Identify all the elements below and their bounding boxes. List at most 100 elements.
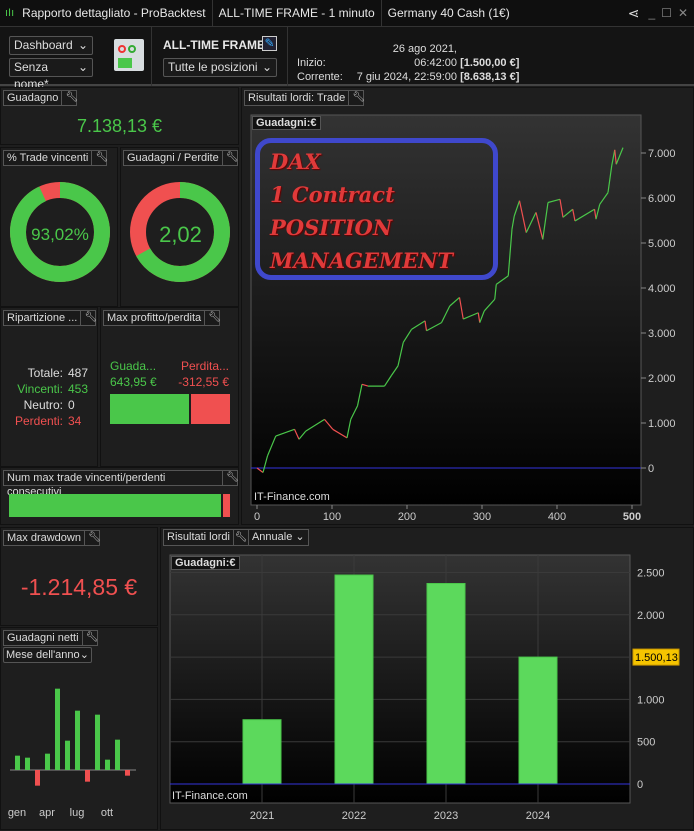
- toolbar: Dashboard ⌄ Senza nome* ⌄ ALL-TIME FRAME ✎…: [0, 27, 694, 91]
- month-bar: [25, 757, 30, 770]
- strategy-overlay: DAX 1 Contract POSITION MANAGEMENT: [255, 138, 498, 280]
- annual-bar-chart: 05001.0001.5002.0002.5002021202220232024…: [169, 554, 680, 822]
- consecutive-title-box: Num max trade vincenti/perdenti consecut…: [3, 470, 239, 498]
- wrench-icon[interactable]: 🔧︎: [221, 151, 238, 165]
- wrench-icon[interactable]: 🔧︎: [61, 91, 78, 105]
- wrench-icon[interactable]: 🔧︎: [83, 531, 101, 545]
- wrench-icon[interactable]: 🔧︎: [204, 311, 221, 325]
- breakdown-row: Neutro: 0: [1, 397, 89, 413]
- gain-loss-panel: Guadagni / Perdite 🔧︎ 2,02: [120, 147, 239, 307]
- y-tick-label: 5.000: [648, 238, 676, 250]
- current-value: 7 giu 2024, 22:59:00: [356, 71, 457, 83]
- month-bar: [35, 770, 40, 786]
- max-pl-title-box: Max profitto/perdita 🔧︎: [103, 310, 221, 326]
- plot-area: [169, 554, 631, 804]
- max-loss-bar: [191, 394, 230, 424]
- max-loss-label: Perdita...: [180, 359, 229, 373]
- current-label: Corrente:: [297, 71, 343, 83]
- annual-results-panel: Risultati lordi 🔧︎ Annuale ⌄ 05001.0001.…: [160, 527, 694, 830]
- x-tick-label: ott: [101, 807, 113, 819]
- overlay-line: 1 Contract: [270, 182, 395, 207]
- positions-select-value: Tutte le posizioni: [168, 60, 258, 74]
- win-pct-title-box: % Trade vincenti 🔧︎: [3, 150, 108, 166]
- x-tick-label: 0: [254, 511, 260, 523]
- x-tick-label: 300: [473, 511, 491, 523]
- y-tick-label: 1.000: [648, 418, 676, 430]
- x-tick-label: 100: [323, 511, 341, 523]
- name-select-value: Senza nome*: [14, 60, 49, 91]
- y-tick-label: 0: [637, 779, 643, 791]
- breakdown-row: Totale: 487: [1, 365, 89, 381]
- close-button[interactable]: ✕: [675, 6, 694, 20]
- gain-loss-value: 2,02: [159, 222, 202, 247]
- trade-results-panel: Risultati lordi: Trade 🔧︎ 0 1.000 2.000 3.00…: [241, 87, 694, 525]
- last-value-label: 1.500,13: [635, 652, 678, 664]
- y-tick-label: 7.000: [648, 148, 676, 160]
- gain-panel: Guadagno 🔧︎ 7.138,13 €: [0, 87, 239, 145]
- breakdown-row: Vincenti: 453: [1, 381, 89, 397]
- view-select[interactable]: Dashboard ⌄: [9, 36, 93, 55]
- report-settings-icon[interactable]: [114, 39, 144, 71]
- timeframe-label: ALL-TIME FRAME - 1 minuto: [213, 0, 382, 27]
- view-select-value: Dashboard: [14, 38, 73, 52]
- consecutive-panel: Num max trade vincenti/perdenti consecut…: [0, 467, 239, 525]
- annual-watermark: IT-Finance.com: [172, 790, 248, 802]
- positions-select[interactable]: Tutte le posizioni ⌄: [163, 58, 277, 77]
- month-bar: [65, 740, 70, 770]
- y-tick-label: 500: [637, 737, 655, 749]
- breakdown-value: 453: [68, 382, 89, 396]
- y-tick-label: 2.000: [648, 373, 676, 385]
- month-bar: [15, 755, 20, 770]
- gain-value: 7.138,13 €: [76, 116, 163, 136]
- x-tick-label: 400: [548, 511, 566, 523]
- month-bar: [125, 770, 130, 776]
- gain-loss-title-box: Guadagni / Perdite 🔧︎: [123, 150, 238, 166]
- app-logo-icon: ıIı: [5, 7, 15, 19]
- wrench-icon[interactable]: 🔧︎: [91, 151, 108, 165]
- month-bar: [55, 688, 60, 770]
- annual-bar: [426, 582, 466, 785]
- name-select[interactable]: Senza nome* ⌄: [9, 58, 93, 91]
- start-value: 26 ago 2021, 06:42:00: [392, 43, 457, 69]
- share-icon[interactable]: ⋖: [622, 5, 646, 22]
- breakdown-label: Totale:: [27, 366, 63, 380]
- month-bar: [95, 714, 100, 770]
- start-capital: [1.500,00 €]: [460, 57, 520, 69]
- wrench-icon[interactable]: 🔧︎: [80, 311, 97, 325]
- breakdown-label: Vincenti:: [17, 382, 63, 396]
- annual-legend: Guadagni:€: [171, 556, 240, 570]
- minimize-button[interactable]: _: [645, 6, 658, 20]
- annual-bar: [242, 719, 282, 785]
- net-gain-panel: Guadagni netti 🔧︎ Mese dell'anno ⌄ gen apr l…: [0, 627, 158, 830]
- x-tick-label: 2023: [434, 810, 458, 822]
- month-bar: [45, 753, 50, 770]
- consecutive-win-bar: [9, 494, 224, 517]
- overlay-line: POSITION: [270, 215, 393, 240]
- overlay-line: DAX: [270, 149, 321, 174]
- frame-label: ALL-TIME FRAME: [163, 38, 265, 52]
- breakdown-label: Neutro:: [23, 398, 63, 412]
- y-tick-label: 0: [648, 463, 654, 475]
- month-bar: [105, 759, 110, 770]
- max-gain-bar: [110, 394, 189, 424]
- x-tick-label: gen: [8, 807, 26, 819]
- wrench-icon[interactable]: 🔧︎: [222, 471, 239, 485]
- y-tick-label: 2.000: [637, 610, 665, 622]
- window-title: Rapporto dettagliato - ProBacktest: [16, 0, 213, 27]
- edit-icon[interactable]: ✎: [262, 36, 277, 51]
- drawdown-title-box: Max drawdown 🔧︎: [3, 530, 101, 546]
- y-tick-label: 6.000: [648, 193, 676, 205]
- month-bar: [115, 739, 120, 770]
- x-tick-label: 2024: [526, 810, 550, 822]
- win-pct-title: % Trade vincenti: [7, 152, 89, 164]
- gain-loss-title: Guadagni / Perdite: [127, 152, 219, 164]
- annual-bar: [518, 656, 558, 785]
- gain-title: Guadagno: [7, 92, 59, 104]
- drawdown-title: Max drawdown: [7, 532, 81, 544]
- breakdown-title-box: Ripartizione ... 🔧︎: [3, 310, 97, 326]
- maximize-button[interactable]: ☐: [658, 6, 675, 20]
- x-tick-label: 2021: [250, 810, 274, 822]
- x-tick-label: 500: [623, 511, 641, 523]
- drawdown-panel: Max drawdown 🔧︎ -1.214,85 €: [0, 527, 158, 626]
- gain-panel-title: Guadagno 🔧︎: [3, 90, 78, 106]
